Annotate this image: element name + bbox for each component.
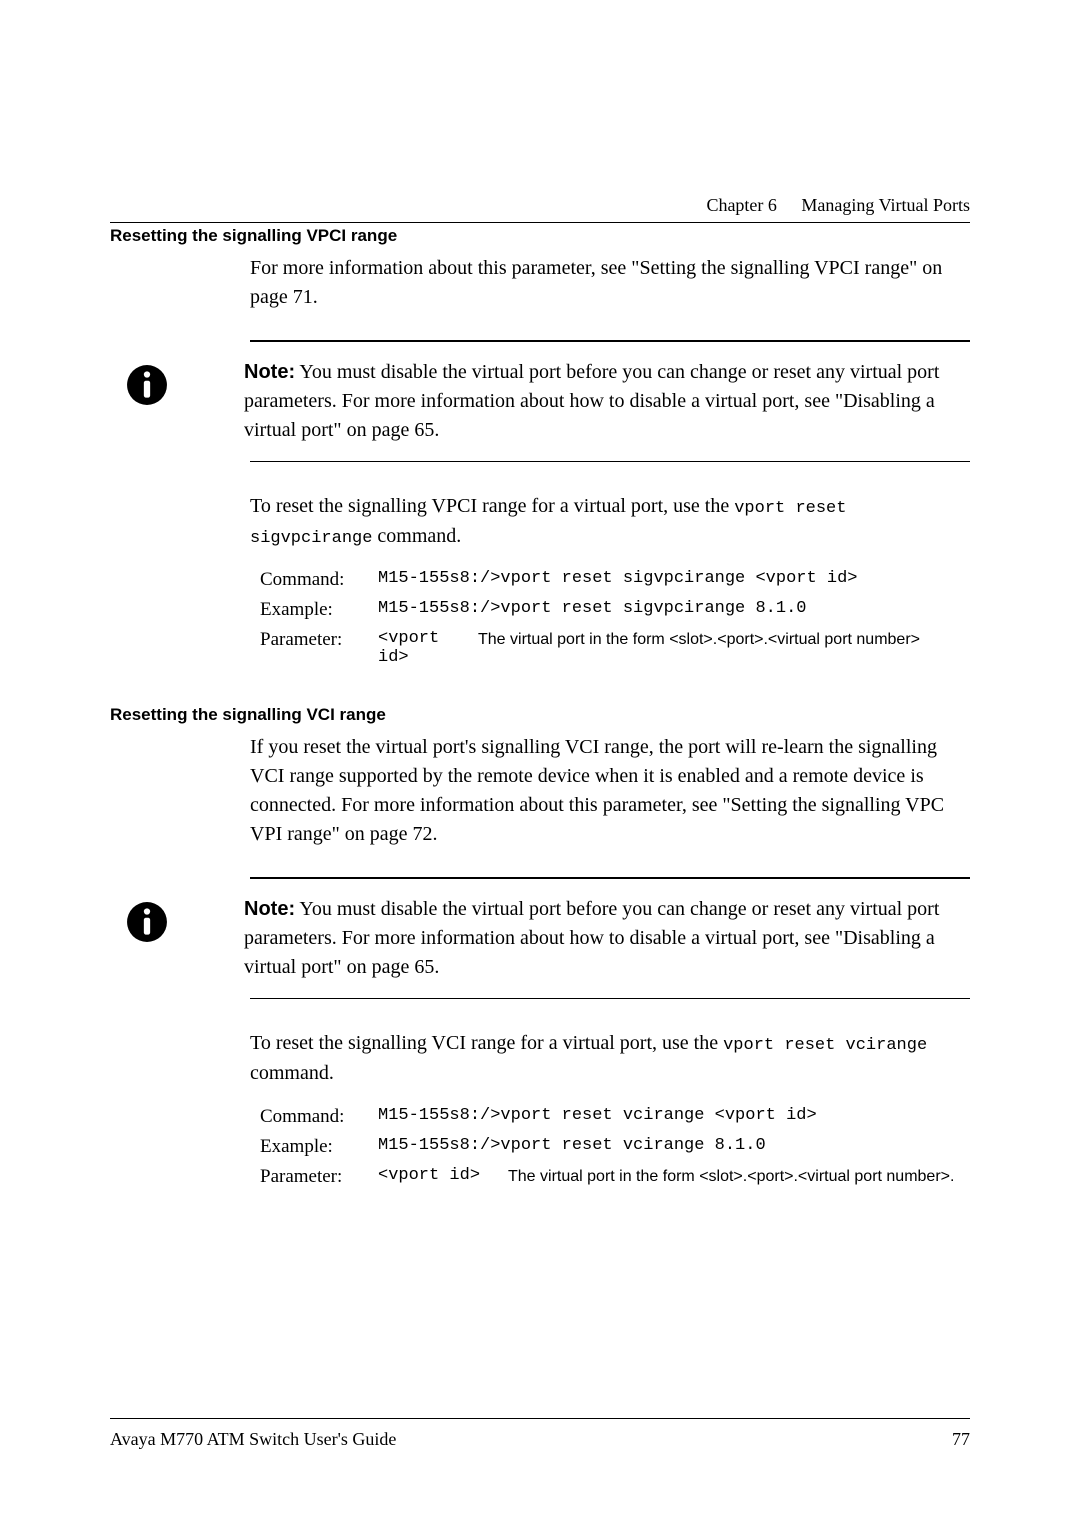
- chapter-title: Managing Virtual Ports: [801, 195, 970, 215]
- section-intro-2: If you reset the virtual port's signalli…: [250, 733, 970, 849]
- lead-in-2: To reset the signalling VCI range for a …: [250, 1029, 970, 1088]
- section-heading-vci: Resetting the signalling VCI range: [110, 705, 970, 725]
- footer-rule: [110, 1418, 970, 1419]
- lead-post: command.: [372, 525, 461, 547]
- label-command-2: Command:: [260, 1106, 378, 1128]
- param-desc-2: The virtual port in the form <slot>.<por…: [508, 1166, 954, 1188]
- info-icon: [126, 901, 168, 948]
- command-table-1: Command: M15-155s8:/>vport reset sigvpci…: [260, 569, 970, 667]
- param-name-2: <vport id>: [378, 1166, 508, 1188]
- intro-paragraph-2: If you reset the virtual port's signalli…: [250, 733, 970, 849]
- label-command: Command:: [260, 569, 378, 591]
- param-desc: The virtual port in the form <slot>.<por…: [478, 629, 920, 667]
- label-parameter-2: Parameter:: [260, 1166, 378, 1188]
- lead-in-1: To reset the signalling VPCI range for a…: [250, 492, 970, 551]
- note-rule-bottom-2: [250, 998, 970, 1000]
- page-footer: Avaya M770 ATM Switch User's Guide 77: [110, 1418, 970, 1450]
- note-label: Note:: [244, 361, 295, 383]
- intro-paragraph-1: For more information about this paramete…: [250, 254, 970, 312]
- example-text: M15-155s8:/>vport reset sigvpcirange 8.1…: [378, 599, 806, 618]
- footer-page-number: 77: [952, 1429, 970, 1450]
- chapter-number: Chapter 6: [706, 195, 776, 215]
- note-body: You must disable the virtual port before…: [244, 361, 939, 441]
- lead-post-2: command.: [250, 1062, 334, 1084]
- lead-pre: To reset the signalling VPCI range for a…: [250, 495, 734, 517]
- example-text-2: M15-155s8:/>vport reset vcirange 8.1.0: [378, 1136, 766, 1155]
- section-intro-1: For more information about this paramete…: [250, 254, 970, 312]
- note-block-2: Note: You must disable the virtual port …: [250, 877, 970, 999]
- note-body-2: You must disable the virtual port before…: [244, 898, 939, 978]
- note-text-2: Note: You must disable the virtual port …: [244, 895, 970, 982]
- info-icon: [126, 364, 168, 411]
- command-text-2: M15-155s8:/>vport reset vcirange <vport …: [378, 1106, 817, 1125]
- lead-pre-2: To reset the signalling VCI range for a …: [250, 1032, 723, 1054]
- header-rule: [110, 222, 970, 223]
- note-block-1: Note: You must disable the virtual port …: [250, 340, 970, 462]
- section-heading-vpci: Resetting the signalling VPCI range: [110, 226, 970, 246]
- note-rule-bottom: [250, 461, 970, 463]
- command-text: M15-155s8:/>vport reset sigvpcirange <vp…: [378, 569, 857, 588]
- note-text-1: Note: You must disable the virtual port …: [244, 358, 970, 445]
- footer-book-title: Avaya M770 ATM Switch User's Guide: [110, 1429, 396, 1450]
- running-header: Chapter 6 Managing Virtual Ports: [706, 195, 970, 216]
- label-example: Example:: [260, 599, 378, 621]
- label-example-2: Example:: [260, 1136, 378, 1158]
- command-table-2: Command: M15-155s8:/>vport reset vcirang…: [260, 1106, 970, 1188]
- lead-code-2: vport reset vcirange: [723, 1036, 927, 1055]
- note-label-2: Note:: [244, 898, 295, 920]
- label-parameter: Parameter:: [260, 629, 378, 651]
- param-name: <vport id>: [378, 629, 478, 667]
